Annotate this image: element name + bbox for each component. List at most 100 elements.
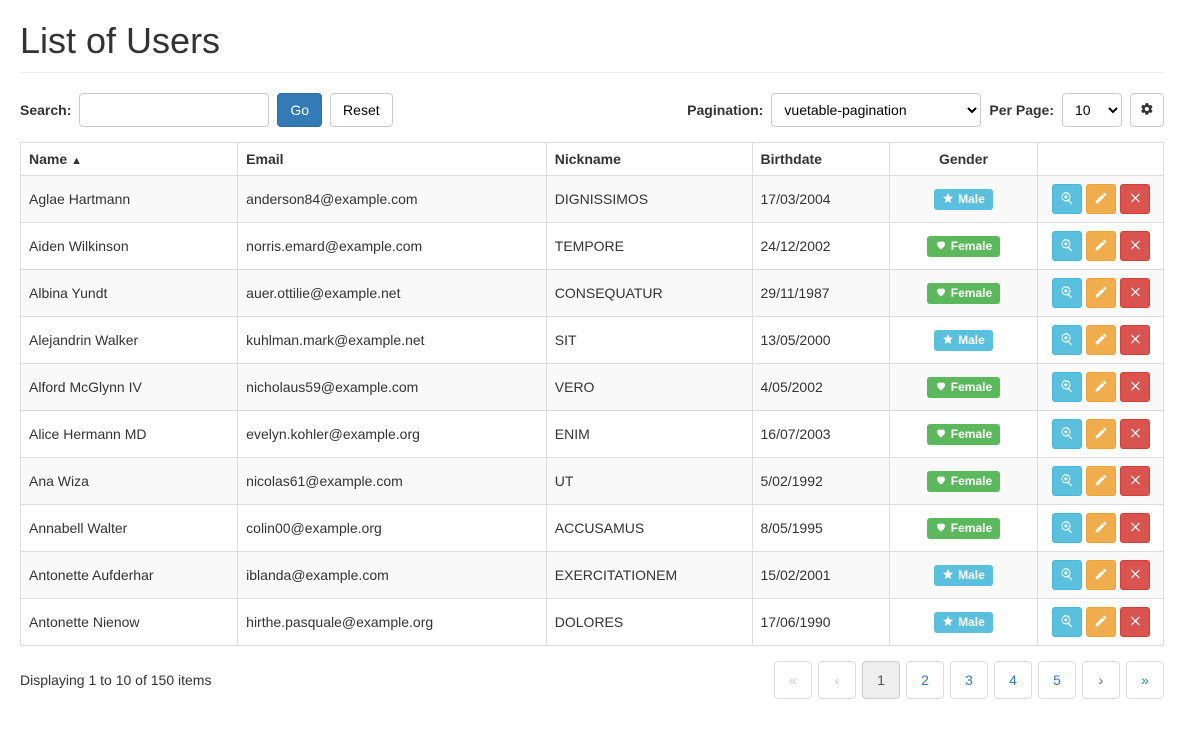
view-button[interactable] [1052,231,1082,261]
cell-actions [1038,552,1164,599]
search-input[interactable] [79,93,269,127]
edit-button[interactable] [1086,231,1116,261]
delete-button[interactable] [1120,466,1150,496]
star-icon [942,568,954,583]
cell-birthdate: 13/05/2000 [752,317,889,364]
page-4[interactable]: 4 [994,661,1032,699]
gender-badge: Male [934,189,993,210]
view-button[interactable] [1052,184,1082,214]
cell-actions [1038,364,1164,411]
delete-button[interactable] [1120,325,1150,355]
view-button[interactable] [1052,466,1082,496]
star-icon [942,333,954,348]
edit-button[interactable] [1086,466,1116,496]
star-icon [942,192,954,207]
page-prev[interactable]: ‹ [818,661,856,699]
view-button[interactable] [1052,607,1082,637]
cell-gender: Male [889,552,1038,599]
col-birthdate[interactable]: Birthdate [752,143,889,176]
cell-name: Alejandrin Walker [21,317,238,364]
col-email[interactable]: Email [238,143,547,176]
table-row: Aiden Wilkinsonnorris.emard@example.comT… [21,223,1164,270]
cell-gender: Male [889,176,1038,223]
table-row: Alford McGlynn IVnicholaus59@example.com… [21,364,1164,411]
view-button[interactable] [1052,419,1082,449]
col-gender[interactable]: Gender [889,143,1038,176]
cell-nickname: CONSEQUATUR [546,270,752,317]
zoom-icon [1060,332,1074,349]
edit-button[interactable] [1086,372,1116,402]
delete-button[interactable] [1120,419,1150,449]
edit-button[interactable] [1086,184,1116,214]
delete-button[interactable] [1120,184,1150,214]
gender-badge: Male [934,565,993,586]
delete-button[interactable] [1120,560,1150,590]
cell-gender: Male [889,599,1038,646]
cell-name: Annabell Walter [21,505,238,552]
col-nickname[interactable]: Nickname [546,143,752,176]
cell-actions [1038,505,1164,552]
page-1[interactable]: 1 [862,661,900,699]
cell-nickname: ACCUSAMUS [546,505,752,552]
cell-birthdate: 29/11/1987 [752,270,889,317]
search-label: Search: [20,102,71,118]
pencil-icon [1094,426,1108,443]
page-last[interactable]: » [1126,661,1164,699]
status-text: Displaying 1 to 10 of 150 items [20,672,211,688]
cell-birthdate: 15/02/2001 [752,552,889,599]
cell-actions [1038,458,1164,505]
gender-badge: Female [927,424,1000,445]
edit-button[interactable] [1086,607,1116,637]
cell-gender: Female [889,458,1038,505]
view-button[interactable] [1052,325,1082,355]
page-3[interactable]: 3 [950,661,988,699]
divider [20,72,1164,73]
heart-icon [935,474,947,489]
view-button[interactable] [1052,278,1082,308]
cell-name: Aglae Hartmann [21,176,238,223]
gender-badge: Male [934,612,993,633]
per-page-select[interactable]: 10 [1062,93,1122,127]
page-title: List of Users [20,20,1164,62]
edit-button[interactable] [1086,560,1116,590]
cell-email: iblanda@example.com [238,552,547,599]
table-row: Aglae Hartmannanderson84@example.comDIGN… [21,176,1164,223]
close-icon [1128,191,1142,208]
cell-nickname: TEMPORE [546,223,752,270]
gender-badge: Female [927,377,1000,398]
heart-icon [935,239,947,254]
cell-name: Aiden Wilkinson [21,223,238,270]
delete-button[interactable] [1120,231,1150,261]
delete-button[interactable] [1120,513,1150,543]
view-button[interactable] [1052,513,1082,543]
edit-button[interactable] [1086,419,1116,449]
edit-button[interactable] [1086,325,1116,355]
cell-actions [1038,223,1164,270]
reset-button[interactable]: Reset [330,93,393,127]
page-first[interactable]: « [774,661,812,699]
pagination-select[interactable]: vuetable-pagination [771,93,981,127]
settings-button[interactable] [1130,93,1164,127]
go-button[interactable]: Go [277,93,322,127]
cell-gender: Female [889,505,1038,552]
delete-button[interactable] [1120,372,1150,402]
delete-button[interactable] [1120,278,1150,308]
edit-button[interactable] [1086,278,1116,308]
col-actions [1038,143,1164,176]
cell-name: Alice Hermann MD [21,411,238,458]
view-button[interactable] [1052,372,1082,402]
cell-birthdate: 4/05/2002 [752,364,889,411]
pencil-icon [1094,191,1108,208]
page-5[interactable]: 5 [1038,661,1076,699]
zoom-icon [1060,238,1074,255]
edit-button[interactable] [1086,513,1116,543]
page-next[interactable]: › [1082,661,1120,699]
delete-button[interactable] [1120,607,1150,637]
cell-birthdate: 17/06/1990 [752,599,889,646]
cell-nickname: ENIM [546,411,752,458]
view-button[interactable] [1052,560,1082,590]
cell-email: colin00@example.org [238,505,547,552]
table-row: Antonette Aufderhariblanda@example.comEX… [21,552,1164,599]
col-name[interactable]: Name▲ [21,143,238,176]
page-2[interactable]: 2 [906,661,944,699]
